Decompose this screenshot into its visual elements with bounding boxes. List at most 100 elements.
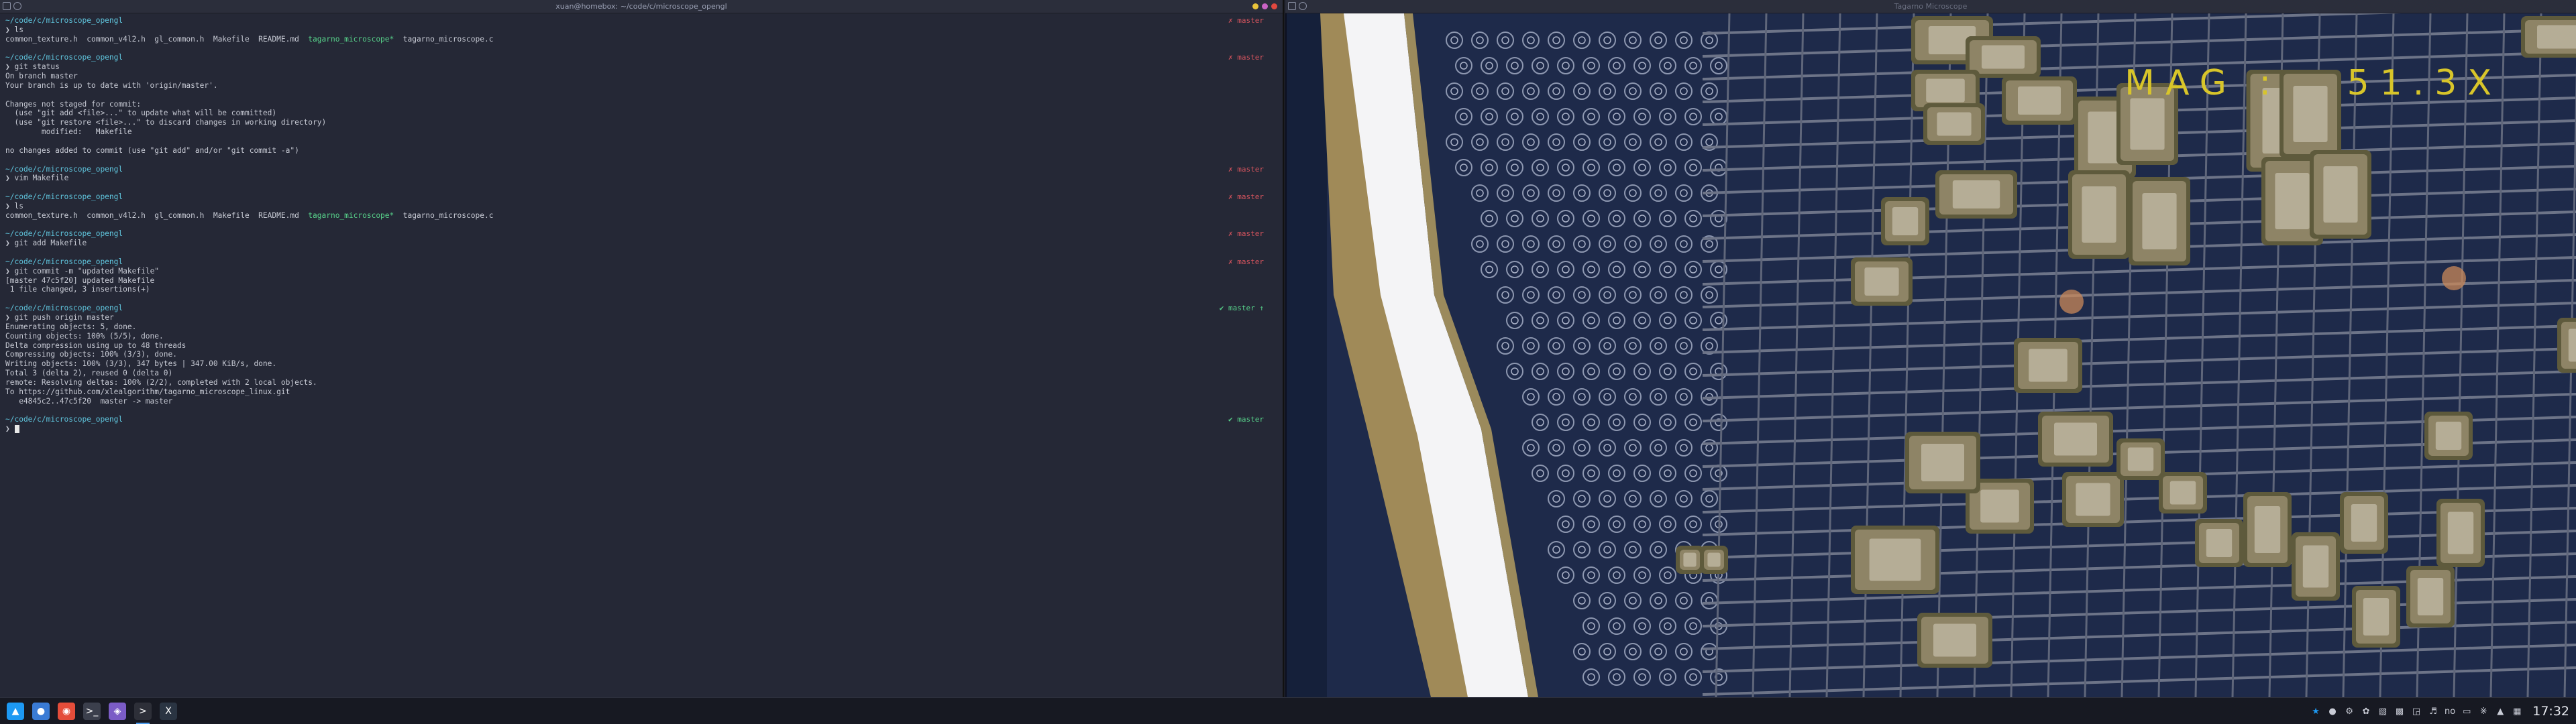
terminal-app-icon[interactable]: >_: [83, 703, 101, 720]
prompt-cwd-line: ~/code/c/microscope_opengl ✗ master: [5, 229, 1277, 239]
command-text: git status: [14, 62, 60, 72]
microscope-title: Tagarno Microscope: [1894, 2, 1968, 11]
prompt-symbol: ❯: [5, 62, 10, 72]
command-text: git push origin master: [14, 313, 114, 322]
command-line: ❯ git commit -m "updated Makefile": [5, 267, 1277, 276]
command-line: ❯ git push origin master: [5, 313, 1277, 322]
active-prompt-line: ❯: [5, 424, 1277, 434]
pcb-edge: [1287, 13, 1327, 697]
maximize-button[interactable]: [1262, 3, 1268, 9]
text-cursor[interactable]: [14, 425, 19, 434]
minimize-button[interactable]: [1252, 3, 1258, 9]
smd-body: [1707, 552, 1721, 567]
konsole-icon[interactable]: >: [134, 703, 152, 724]
terminal-title: xuan@homebox: ~/code/c/microscope_opengl: [555, 2, 727, 11]
output-line: 1 file changed, 3 insertions(+): [5, 285, 150, 294]
chrome-icon[interactable]: ◉: [58, 703, 75, 720]
x-app-icon[interactable]: X: [160, 703, 177, 720]
monitor-icon[interactable]: ▭: [2461, 706, 2472, 717]
prompt-cwd-line: ~/code/c/microscope_opengl ✗ master: [5, 53, 1277, 62]
cwd-path: ~/code/c/microscope_opengl: [5, 304, 123, 313]
smd-body: [2029, 349, 2068, 382]
command-text: vim Makefile: [14, 174, 69, 183]
bluetooth-icon[interactable]: ※: [2478, 706, 2489, 717]
clock[interactable]: 17:32: [2532, 704, 2569, 719]
gear-icon[interactable]: ✿: [2361, 706, 2371, 717]
taskbar: ▲ ● ◉ >_ ◈ > X ★ ● ⚙ ✿ ▧ ▩ ◲ ♬ no ▭ ※ ▲ ▦ 17:3…: [0, 697, 2576, 724]
close-button[interactable]: [1271, 3, 1277, 9]
calendar-icon[interactable]: ▦: [2512, 706, 2522, 717]
smd-body: [1864, 267, 1899, 296]
microscope-window[interactable]: Tagarno Microscope MAG : 51.3X: [1285, 0, 2576, 697]
smd-body: [2130, 98, 2165, 150]
git-branch-status: ✔ master ↑: [1219, 304, 1264, 313]
output-line: Changes not staged for commit:: [5, 99, 142, 109]
smd-body: [1683, 552, 1697, 567]
expand-tray-icon[interactable]: ▲: [2495, 706, 2506, 717]
keyboard-layout[interactable]: no: [2445, 707, 2455, 717]
prompt-cwd-line: ~/code/c/microscope_opengl ✔ master: [5, 415, 1277, 424]
clipboard-icon[interactable]: ▧: [2377, 706, 2388, 717]
cwd-path: ~/code/c/microscope_opengl: [5, 257, 123, 266]
smd-body: [2363, 598, 2390, 636]
github-desktop-icon[interactable]: ◈: [109, 703, 126, 720]
cwd-path: ~/code/c/microscope_opengl: [5, 53, 123, 62]
output-line: (use "git add <file>..." to update what …: [5, 109, 277, 118]
record-icon[interactable]: ●: [2327, 706, 2338, 717]
discover-icon[interactable]: ★: [2310, 706, 2321, 717]
output-line: Delta compression using up to 48 threads: [5, 341, 186, 350]
display-icon[interactable]: ▩: [2394, 706, 2405, 717]
executable-file: tagarno_microscope*: [308, 210, 394, 220]
output-line: [master 47c5f20] updated Makefile: [5, 276, 155, 285]
prompt-symbol: ❯: [5, 239, 10, 248]
terminal-window[interactable]: xuan@homebox: ~/code/c/microscope_opengl…: [0, 0, 1284, 697]
ls-output-line: common_texture.h common_v4l2.h gl_common…: [5, 211, 1277, 221]
command-line: ❯ git add Makefile: [5, 239, 1277, 248]
network-icon[interactable]: ◲: [2411, 706, 2422, 717]
smd-body: [2254, 506, 2281, 553]
cwd-path: ~/code/c/microscope_opengl: [5, 192, 123, 202]
smd-body: [1933, 623, 1976, 657]
magnification-overlay: MAG : 51.3X: [2125, 63, 2502, 103]
volume-icon[interactable]: ♬: [2428, 706, 2438, 717]
output-line: e4845c2..47c5f20 master -> master: [5, 396, 173, 406]
output-line: remote: Resolving deltas: 100% (2/2), co…: [5, 377, 317, 387]
smd-body: [2417, 578, 2444, 615]
settings-icon[interactable]: ⚙: [2344, 706, 2355, 717]
terminal-output[interactable]: ~/code/c/microscope_opengl ✗ master ❯ ls co…: [5, 16, 1277, 697]
git-branch-status: ✗ master: [1228, 53, 1264, 62]
output-line: no changes added to commit (use "git add…: [5, 145, 299, 155]
output-line: On branch master: [5, 72, 78, 81]
solder-glow: [2442, 266, 2466, 290]
browser-globe-icon[interactable]: ●: [32, 703, 50, 720]
prompt-symbol: ❯: [5, 313, 10, 322]
system-tray: ★ ● ⚙ ✿ ▧ ▩ ◲ ♬ no ▭ ※ ▲ ▦ 17:32: [2310, 698, 2576, 724]
smd-body: [2302, 545, 2329, 588]
kde-menu-icon[interactable]: ▲: [7, 703, 24, 720]
smd-body: [2076, 483, 2110, 516]
git-branch-status: ✗ master: [1228, 16, 1264, 25]
smd-body: [2323, 166, 2358, 223]
smd-body: [1980, 489, 2019, 523]
command-line: ❯ ls: [5, 202, 1277, 211]
cwd-path: ~/code/c/microscope_opengl: [5, 229, 123, 239]
cwd-path: ~/code/c/microscope_opengl: [5, 164, 123, 174]
ls-output-line: common_texture.h common_v4l2.h gl_common…: [5, 35, 1277, 44]
git-branch-status: ✗ master: [1228, 164, 1264, 174]
prompt-cwd-line: ~/code/c/microscope_opengl ✗ master: [5, 192, 1277, 202]
microscope-titlebar[interactable]: Tagarno Microscope: [1285, 0, 2576, 13]
file-list: common_texture.h common_v4l2.h gl_common…: [5, 210, 309, 220]
prompt-symbol: ❯: [5, 25, 10, 34]
cwd-path: ~/code/c/microscope_opengl: [5, 16, 123, 25]
prompt-symbol: ❯: [5, 201, 10, 210]
command-text: ls: [14, 25, 23, 34]
smd-body: [2275, 173, 2310, 229]
terminal-titlebar[interactable]: xuan@homebox: ~/code/c/microscope_opengl: [0, 0, 1283, 13]
smd-body: [2206, 529, 2233, 557]
